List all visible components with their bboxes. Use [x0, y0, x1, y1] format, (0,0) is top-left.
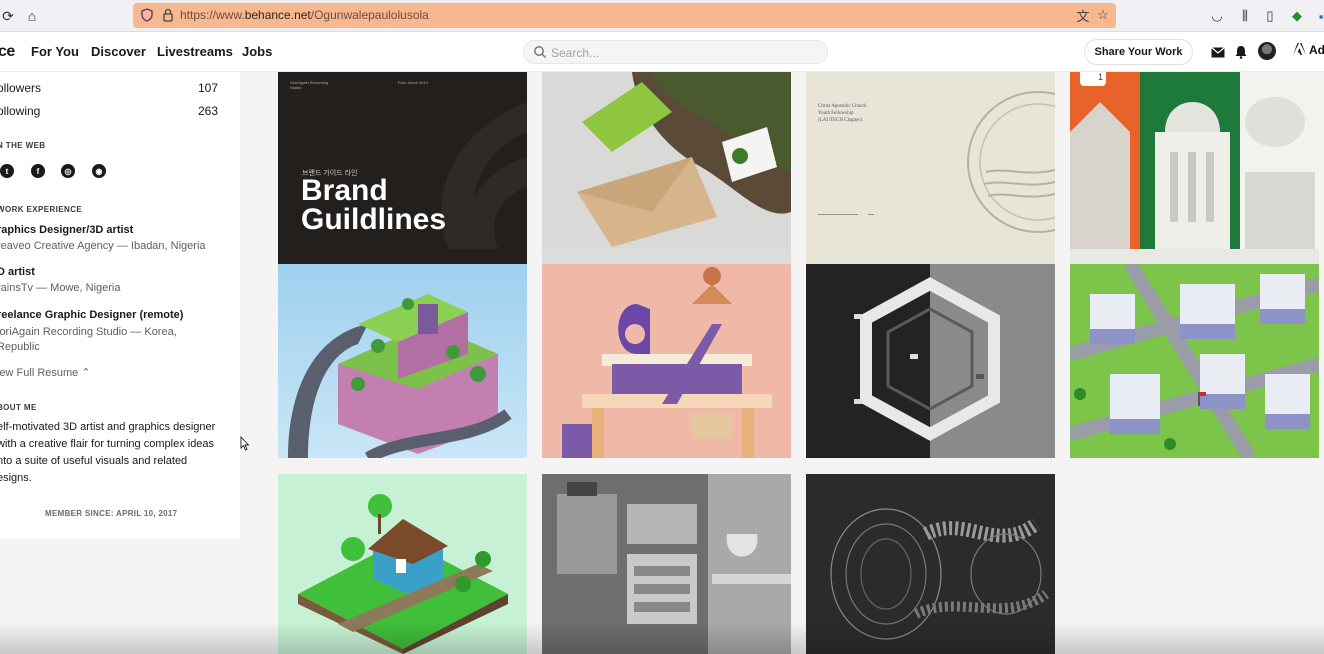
url-bar[interactable]: https://www.behance.net/Ogunwalepaulolus…	[133, 3, 1116, 28]
nav-for-you[interactable]: For You	[31, 44, 79, 59]
about-me-heading: BOUT ME	[0, 403, 37, 412]
job-company-3-cont: f	[0, 340, 222, 355]
shield-icon[interactable]	[139, 7, 155, 23]
project-tile-stationery[interactable]	[542, 72, 791, 266]
stationery-image	[542, 72, 791, 249]
work-experience-heading: WORK EXPERIENCE	[0, 205, 83, 214]
extension-w-icon[interactable]: ▪	[1312, 7, 1324, 25]
about-line: nto a suite of useful visuals and relate…	[0, 455, 188, 467]
grey-room-image	[542, 474, 791, 654]
url-path: /Ogunwalepaulolusola	[310, 8, 429, 22]
project-tile-3d-buildings[interactable]: 1	[1070, 72, 1319, 266]
church-logo-graphic	[818, 91, 1055, 233]
instagram-icon[interactable]: ◎	[61, 164, 75, 178]
church-text-line: (LAUTECH Chapter).	[818, 118, 863, 123]
following-label[interactable]: ollowing	[0, 104, 40, 118]
project-tile-letter-a[interactable]	[542, 264, 791, 458]
buildings-image	[1070, 72, 1319, 249]
notification-bell-icon[interactable]	[1233, 44, 1249, 60]
member-since: MEMBER SINCE: APRIL 10, 2017	[45, 509, 178, 518]
pocket-icon[interactable]: ◡	[1208, 7, 1226, 25]
job-company-1: reaveo Creative Agency — Ibadan, Nigeria	[0, 240, 206, 252]
job-company-2: rainsTv — Mowe, Nigeria	[0, 282, 121, 294]
extension-icon[interactable]: ◆	[1288, 7, 1306, 25]
hexagon-road-image	[806, 264, 1055, 458]
on-the-web-heading: N THE WEB	[0, 141, 46, 150]
job-title-3: reelance Graphic Designer (remote)	[0, 309, 184, 321]
isometric-house-image	[278, 474, 527, 654]
about-line: with a creative flair for turning comple…	[0, 438, 215, 450]
church-text-block: Christ Apostolic Church Youth Fellowship…	[818, 103, 867, 124]
church-text-line: Christ Apostolic Church	[818, 104, 867, 109]
bookmark-star-icon[interactable]: ☆	[1095, 7, 1111, 23]
project-tile-grey-room[interactable]	[542, 474, 791, 654]
adobe-label: Ado	[1309, 43, 1324, 57]
following-count[interactable]: 263	[198, 104, 218, 118]
brand-title-line2: Guildlines	[301, 203, 447, 236]
job-title-1: raphics Designer/3D artist	[0, 224, 134, 236]
project-tile-isometric-house[interactable]	[278, 474, 527, 654]
adobe-logo[interactable]: Ado	[1293, 43, 1324, 57]
twitter-icon[interactable]: t	[0, 164, 14, 178]
site-header: ce For You Discover Livestreams Jobs Sha…	[0, 32, 1324, 72]
brand-title-line1: Brand	[301, 174, 388, 207]
hill-island-image	[278, 264, 527, 458]
adobe-mark-icon	[1293, 43, 1306, 55]
brand-small-text-right: Paul Jacob 2019	[398, 80, 428, 85]
search-input[interactable]	[551, 44, 811, 61]
share-your-work-button[interactable]: Share Your Work	[1084, 39, 1193, 65]
project-tile-church-logo[interactable]: Christ Apostolic Church Youth Fellowship…	[806, 72, 1055, 266]
followers-label[interactable]: ollowers	[0, 81, 41, 95]
letter-a-image	[542, 264, 791, 458]
about-me-text: elf-motivated 3D artist and graphics des…	[0, 419, 219, 487]
lock-icon[interactable]	[160, 7, 176, 23]
followers-count[interactable]: 107	[198, 81, 218, 95]
website-icon[interactable]: ◉	[92, 164, 106, 178]
reload-icon[interactable]: ⟳	[0, 6, 18, 26]
multiple-images-badge: 1	[1080, 72, 1106, 86]
sidebar-toggle-icon[interactable]: ▯	[1261, 7, 1279, 25]
project-tile-wire-sculpture[interactable]	[806, 474, 1055, 654]
user-avatar[interactable]	[1258, 42, 1276, 60]
mouse-cursor-icon	[240, 436, 250, 451]
project-tile-isometric-town[interactable]	[1070, 264, 1319, 458]
nav-discover[interactable]: Discover	[91, 44, 146, 59]
wire-sculpture-image	[806, 474, 1055, 654]
browser-toolbar: ⟳ ⌂ https://www.behance.net/Ogunwalepaul…	[0, 0, 1324, 32]
library-icon[interactable]: ⫼	[1236, 7, 1254, 25]
isometric-town-image	[1070, 264, 1319, 458]
mail-icon[interactable]	[1210, 44, 1226, 60]
project-tile-hexagon-road[interactable]	[806, 264, 1055, 458]
project-tile-brand-guidelines[interactable]: GloriAgain Recording Studio Paul Jacob 2…	[278, 72, 527, 266]
home-icon[interactable]: ⌂	[22, 6, 42, 26]
translate-icon[interactable]: 文	[1075, 7, 1091, 24]
behance-logo[interactable]: ce	[0, 43, 15, 61]
about-line: elf-motivated 3D artist and graphics des…	[0, 421, 216, 433]
project-tile-hill-island[interactable]	[278, 264, 527, 458]
job-title-2: D artist	[0, 266, 35, 278]
url-text[interactable]: https://www.behance.net/Ogunwalepaulolus…	[180, 8, 429, 22]
search-icon	[534, 46, 547, 59]
church-text-line: Youth Fellowship	[818, 111, 854, 116]
facebook-icon[interactable]: f	[31, 164, 45, 178]
search-box[interactable]	[523, 40, 828, 64]
url-prefix: https://www.	[180, 8, 245, 22]
nav-livestreams[interactable]: Livestreams	[157, 44, 233, 59]
about-line: esigns.	[0, 472, 32, 484]
url-host: behance.net	[244, 8, 311, 22]
brand-small-text-left: GloriAgain Recording Studio	[290, 80, 329, 90]
nav-jobs[interactable]: Jobs	[242, 44, 272, 59]
view-full-resume-link[interactable]: iew Full Resume ⌃	[0, 366, 91, 379]
profile-sidebar: ollowers 107 ollowing 263 N THE WEB t f …	[0, 72, 240, 539]
